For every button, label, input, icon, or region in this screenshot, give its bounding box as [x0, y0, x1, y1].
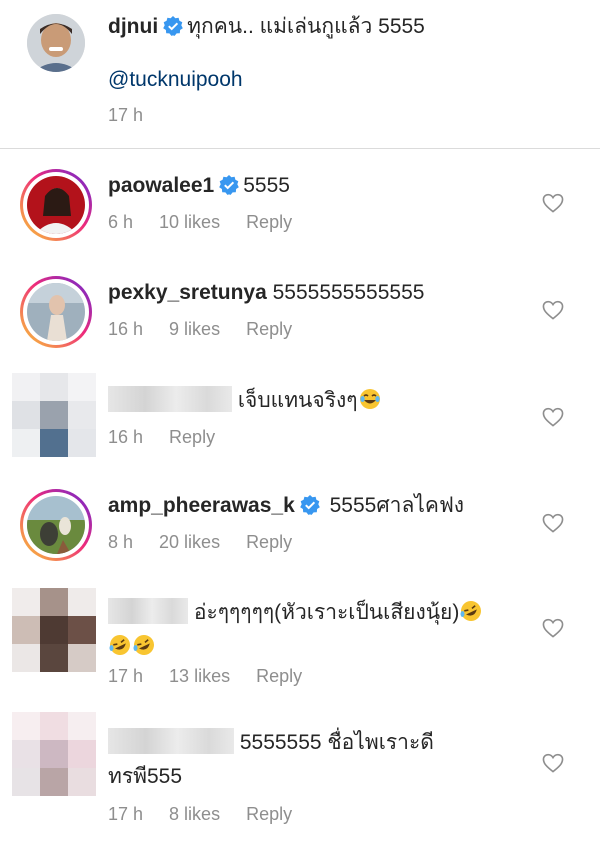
reply-button[interactable]: Reply: [246, 212, 292, 232]
comment-likes[interactable]: 13 likes: [169, 666, 230, 686]
comment-body: 5555ศาลไคฟง: [329, 494, 465, 517]
caption-username[interactable]: djnui: [108, 15, 158, 38]
caption-body: ทุกคน.. แม่เล่นกูแล้ว 5555: [187, 15, 425, 38]
comment-likes[interactable]: 10 likes: [159, 212, 220, 232]
comment-body: เจ็บแทนจริงๆ: [237, 389, 358, 412]
comment-meta: 16 h 9 likes Reply: [108, 319, 318, 340]
reply-button[interactable]: Reply: [169, 427, 215, 447]
comment-item: paowalee1 5555 6 h 10 likes Reply: [0, 167, 600, 257]
reply-button[interactable]: Reply: [256, 666, 302, 686]
comment-meta: 17 h 13 likes Reply: [108, 666, 328, 687]
comment-username[interactable]: amp_pheerawas_k: [108, 494, 295, 517]
reply-button[interactable]: Reply: [246, 319, 292, 339]
mention-link[interactable]: @tucknuipooh: [108, 68, 243, 92]
comment-likes[interactable]: 9 likes: [169, 319, 220, 339]
comment-username[interactable]: [108, 728, 234, 754]
comment-meta: 17 h 8 likes Reply: [108, 804, 318, 825]
comment-timestamp: 16 h: [108, 427, 144, 447]
comment-meta: 8 h 20 likes Reply: [108, 532, 318, 553]
comment-item: เจ็บแทนจริงๆ 16 h Reply: [0, 371, 600, 461]
avatar[interactable]: [20, 276, 92, 348]
heart-icon[interactable]: [542, 300, 564, 320]
avatar[interactable]: [12, 588, 96, 672]
comment-likes[interactable]: 20 likes: [159, 532, 220, 552]
divider: [0, 148, 600, 149]
avatar[interactable]: [12, 712, 96, 796]
comment-timestamp: 6 h: [108, 212, 134, 232]
heart-icon[interactable]: [542, 513, 564, 533]
comment-timestamp: 17 h: [108, 666, 144, 686]
avatar[interactable]: [27, 14, 85, 72]
comment-body: 5555555555555: [272, 281, 425, 304]
comment-text: paowalee1 5555: [108, 169, 290, 203]
caption-timestamp: 17 h: [108, 105, 144, 125]
comment-item: amp_pheerawas_k 5555ศาลไคฟง 8 h 20 likes R…: [0, 487, 600, 577]
comment-text: 5555555 ชื่อไพเราะดีทรพี555: [108, 726, 434, 794]
reply-button[interactable]: Reply: [246, 804, 292, 824]
rolling-on-floor-laughing-icon: [109, 635, 130, 655]
comment-meta: 6 h 10 likes Reply: [108, 212, 318, 233]
comment-likes[interactable]: 8 likes: [169, 804, 220, 824]
heart-icon[interactable]: [542, 407, 564, 427]
comment-body: 5555: [243, 174, 290, 197]
verified-badge-icon: [219, 175, 240, 195]
comment-username[interactable]: [108, 386, 232, 412]
comment-username[interactable]: [108, 598, 188, 624]
comments-screen: djnui ทุกคน.. แม่เล่นกูแล้ว 5555 @tucknui…: [0, 0, 600, 847]
comment-meta: 16 h Reply: [108, 427, 241, 448]
face-with-tears-of-joy-icon: [359, 389, 380, 409]
rolling-on-floor-laughing-icon: [133, 635, 154, 655]
comment-item: 5555555 ชื่อไพเราะดีทรพี555 17 h 8 likes R…: [0, 712, 600, 832]
avatar[interactable]: [20, 169, 92, 241]
reply-button[interactable]: Reply: [246, 532, 292, 552]
comment-timestamp: 16 h: [108, 319, 144, 339]
comment-body: อ่ะๆๆๆๆๆ(หัวเราะเป็นเสียงนุ้ย): [193, 601, 460, 624]
comment-text: pexky_sretunya 5555555555555: [108, 276, 424, 310]
heart-icon[interactable]: [542, 193, 564, 213]
verified-badge-icon: [163, 16, 183, 36]
comment-username[interactable]: paowalee1: [108, 174, 214, 197]
comment-item: อ่ะๆๆๆๆๆ(หัวเราะเป็นเสียงนุ้ย) 17 h 13 li…: [0, 588, 600, 698]
rolling-on-floor-laughing-icon: [460, 601, 482, 621]
comment-text: เจ็บแทนจริงๆ: [108, 384, 382, 418]
heart-icon[interactable]: [542, 753, 564, 773]
comment-timestamp: 8 h: [108, 532, 134, 552]
comment-username[interactable]: pexky_sretunya: [108, 281, 267, 304]
comment-body-line-2: ทรพี555: [108, 765, 183, 788]
verified-badge-icon: [299, 495, 320, 515]
avatar[interactable]: [12, 373, 96, 457]
comment-timestamp: 17 h: [108, 804, 144, 824]
comment-item: pexky_sretunya 5555555555555 16 h 9 likes…: [0, 274, 600, 364]
comment-text: อ่ะๆๆๆๆๆ(หัวเราะเป็นเสียงนุ้ย): [108, 596, 483, 664]
post-caption: djnui ทุกคน.. แม่เล่นกูแล้ว 5555 @tucknui…: [0, 0, 600, 149]
caption-text: djnui ทุกคน.. แม่เล่นกูแล้ว 5555: [108, 14, 425, 40]
avatar[interactable]: [20, 489, 92, 561]
heart-icon[interactable]: [542, 618, 564, 638]
comment-text: amp_pheerawas_k 5555ศาลไคฟง: [108, 489, 464, 523]
comment-body: 5555555 ชื่อไพเราะดี: [239, 731, 434, 754]
